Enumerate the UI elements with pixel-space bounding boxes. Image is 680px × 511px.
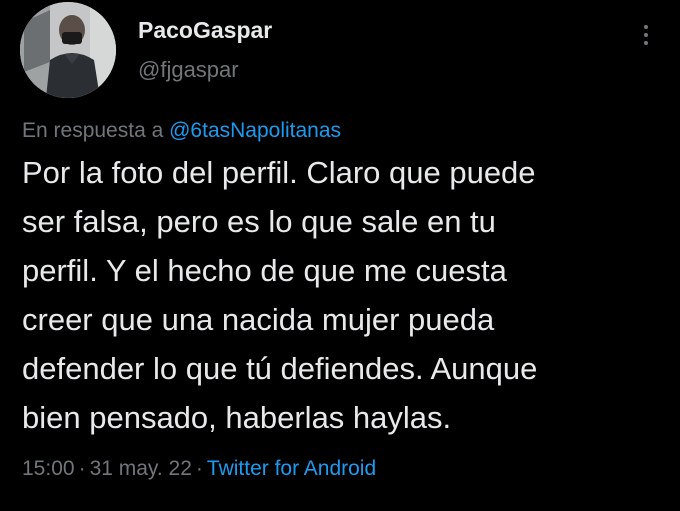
tweet-text: Por la foto del perfil. Claro que puede … — [22, 155, 538, 435]
user-handle[interactable]: @fjgaspar — [138, 57, 239, 83]
tweet-metadata: 15:00 · 31 may. 22 · Twitter for Android — [22, 457, 376, 481]
avatar[interactable] — [20, 2, 116, 98]
reply-prefix: En respuesta a — [22, 119, 164, 142]
more-vertical-icon — [644, 33, 648, 37]
tweet-source-link[interactable]: Twitter for Android — [207, 457, 376, 480]
more-vertical-icon — [644, 25, 648, 29]
profile-photo-icon — [20, 2, 116, 98]
display-name[interactable]: PacoGaspar — [138, 17, 272, 44]
separator: · — [195, 457, 203, 480]
tweet-date[interactable]: 31 may. 22 — [90, 457, 192, 480]
reply-mention-link[interactable]: @6tasNapolitanas — [169, 119, 341, 142]
separator: · — [78, 457, 86, 480]
tweet-time[interactable]: 15:00 — [22, 457, 75, 480]
more-vertical-icon — [644, 41, 648, 45]
more-options-button[interactable] — [633, 18, 659, 52]
reply-context: En respuesta a @6tasNapolitanas — [22, 119, 341, 143]
